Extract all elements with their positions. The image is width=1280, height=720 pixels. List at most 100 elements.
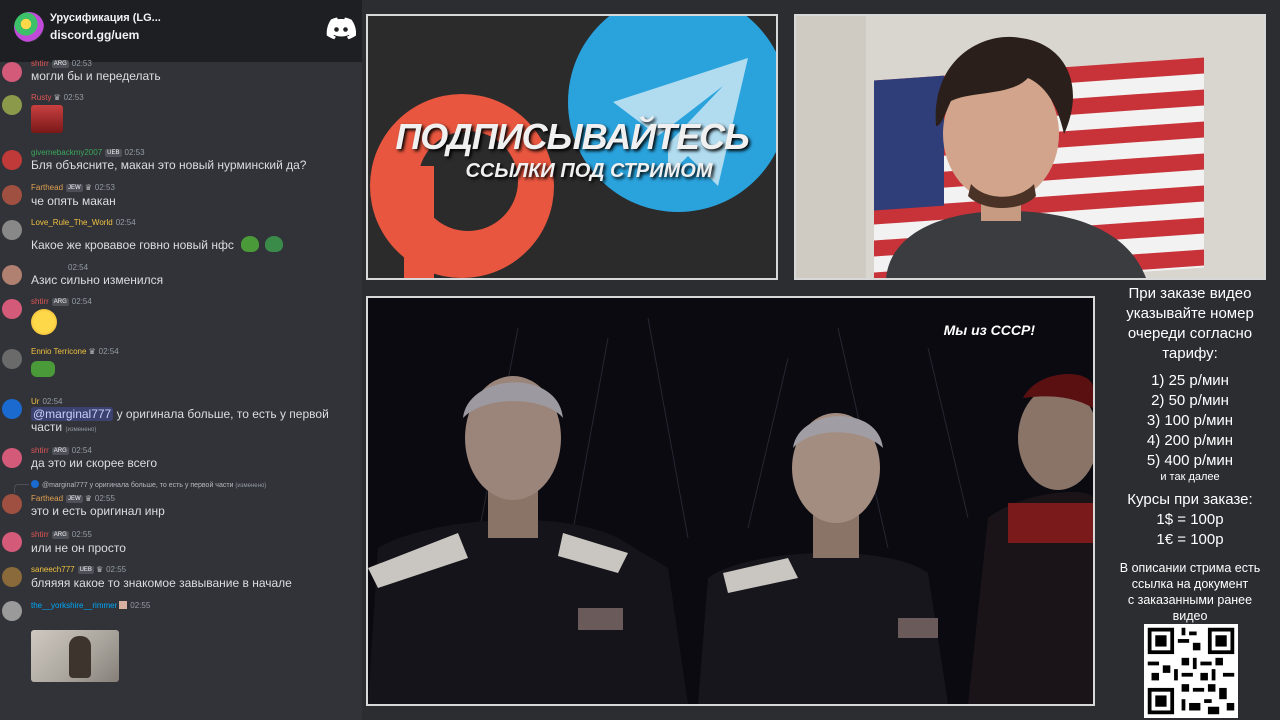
reply-connector: [14, 484, 29, 493]
role-tag: ARG: [51, 298, 69, 306]
crown-icon: ♛: [88, 347, 96, 356]
message-list[interactable]: shtirr ARG 02:53 могли бы и переделать Rus…: [0, 59, 362, 720]
timestamp: 02:54: [68, 263, 89, 272]
chat-header: Урусификация (LG... discord.gg/uem: [0, 0, 362, 62]
message-text: бляяяя какое то знакомое завывание в нач…: [31, 576, 292, 590]
avatar: [2, 185, 22, 205]
promo-headline: ПОДПИСЫВАЙТЕСЬ: [395, 116, 749, 157]
avatar: [2, 62, 22, 82]
image-subject: [69, 636, 91, 678]
avatar: [2, 494, 22, 514]
promo-subheadline: ССЫЛКИ ПОД СТРИМОМ: [465, 160, 713, 182]
server-name: Урусификация (LG...: [50, 12, 161, 24]
user-mention[interactable]: @marginal777: [31, 407, 114, 421]
message-text: это и есть оригинал инр: [31, 504, 165, 518]
role-tag: JEW: [66, 184, 83, 192]
message-meta: Farthead JEW ♛ 02:53: [31, 183, 115, 193]
tariff-list: 1) 25 р/мин 2) 50 р/мин 3) 100 р/мин 4) …: [1100, 371, 1280, 484]
server-invite-link[interactable]: discord.gg/uem: [50, 28, 139, 42]
crown-icon: ♛: [95, 565, 104, 574]
reply-text: @marginal777 у оригинала больше, то есть…: [42, 482, 234, 489]
avatar: [2, 399, 22, 419]
timestamp: 02:55: [71, 530, 92, 539]
timestamp: 02:55: [106, 565, 127, 574]
message-text-content: у оригинала больше, то есть у первой: [113, 407, 329, 421]
author-name[interactable]: Rusty: [31, 93, 51, 102]
role-tag: UEB: [105, 149, 122, 157]
timestamp: 02:54: [98, 347, 119, 356]
timestamp: 02:54: [71, 297, 92, 306]
author-name[interactable]: Love_Rule_The_World: [31, 218, 113, 227]
avatar: [2, 532, 22, 552]
author-name[interactable]: saneech777: [31, 565, 75, 574]
badge-icon: [119, 601, 128, 609]
message-text: че опять макан: [31, 194, 116, 208]
message-text: Бля объясните, макан это новый нурмински…: [31, 158, 307, 172]
role-tag: JEW: [66, 495, 83, 503]
info-line: В описании стрима есть: [1119, 561, 1261, 575]
tariff-item: 3) 100 р/мин: [1146, 412, 1234, 429]
message-text: Азис сильно изменился: [31, 273, 164, 287]
role-tag: ARG: [51, 447, 69, 455]
server-icon: [14, 12, 44, 42]
message-meta: Love_Rule_The_World 02:54: [31, 218, 136, 228]
discord-logo-icon: [326, 17, 356, 40]
tariff-item: 2) 50 р/мин: [1151, 392, 1229, 409]
role-tag: ARG: [51, 531, 69, 539]
info-line: При заказе видео: [1128, 285, 1252, 302]
info-line: указывайте номер: [1126, 305, 1254, 322]
rates-title: Курсы при заказе:: [1127, 491, 1253, 508]
info-line: тарифу:: [1162, 345, 1218, 362]
reply-preview[interactable]: @marginal777 у оригинала больше, то есть…: [31, 480, 266, 489]
message-meta: the__yorkshire__rimmer 02:55: [31, 601, 150, 611]
author-name[interactable]: the__yorkshire__rimmer: [31, 601, 117, 610]
message-meta: shtirr ARG 02:54: [31, 446, 92, 456]
role-tag: ARG: [51, 60, 69, 68]
timestamp: 02:53: [63, 93, 84, 102]
crown-icon: ♛: [53, 93, 61, 102]
role-tag: UEB: [77, 566, 94, 574]
timestamp: 02:53: [71, 59, 92, 68]
avatar: [2, 601, 22, 621]
emoji-image: [31, 105, 63, 133]
rate-item: 1€ = 100р: [1156, 531, 1224, 548]
video-player[interactable]: Мы из СССР!: [366, 296, 1095, 706]
author-name[interactable]: Ennio Terricone: [31, 347, 86, 356]
video-frame: [368, 298, 1093, 704]
author-name[interactable]: Ur: [31, 397, 39, 406]
reply-avatar-icon: [31, 480, 39, 488]
message-text-continued: части (изменено): [31, 420, 96, 437]
avatar: [2, 448, 22, 468]
author-name[interactable]: Farthead: [31, 183, 63, 192]
author-name[interactable]: shtirr: [31, 59, 49, 68]
attached-image[interactable]: [31, 630, 119, 682]
message-text: Какое же кровавое говно новый нфс: [31, 236, 283, 252]
laughing-emoji-icon: [31, 309, 57, 335]
tariff-item: 1) 25 р/мин: [1151, 372, 1229, 389]
author-name[interactable]: givemebackmy2007: [31, 148, 102, 157]
author-name[interactable]: shtirr: [31, 297, 49, 306]
description-note: В описании стрима есть ссылка на докумен…: [1100, 560, 1280, 624]
video-caption: Мы из СССР!: [943, 322, 1035, 338]
crown-icon: ♛: [84, 494, 92, 503]
avatar: [2, 220, 22, 240]
timestamp: 02:55: [94, 494, 115, 503]
tariff-item: 4) 200 р/мин: [1146, 432, 1234, 449]
qr-code-icon[interactable]: [1144, 624, 1238, 718]
frog-emoji-icon: [264, 236, 283, 252]
info-line: видео: [1172, 609, 1208, 623]
promo-banner: ПОДПИСЫВАЙТЕСЬ ССЫЛКИ ПОД СТРИМОМ: [366, 14, 778, 280]
message-meta: Rusty ♛ 02:53: [31, 93, 84, 103]
message-text-content: Какое же кровавое говно новый нфс: [31, 238, 234, 252]
author-name[interactable]: shtirr: [31, 530, 49, 539]
message-meta: Ennio Terricone ♛ 02:54: [31, 347, 119, 357]
author-name[interactable]: Farthead: [31, 494, 63, 503]
message-meta: 02:54: [31, 263, 88, 273]
tariff-etc: и так далее: [1160, 471, 1220, 483]
message-text-content: части: [31, 420, 63, 434]
avatar: [2, 95, 22, 115]
crown-icon: ♛: [84, 183, 92, 192]
author-name[interactable]: shtirr: [31, 446, 49, 455]
message-text: или не он просто: [31, 541, 126, 555]
message-text: да это ии скорее всего: [31, 456, 158, 470]
